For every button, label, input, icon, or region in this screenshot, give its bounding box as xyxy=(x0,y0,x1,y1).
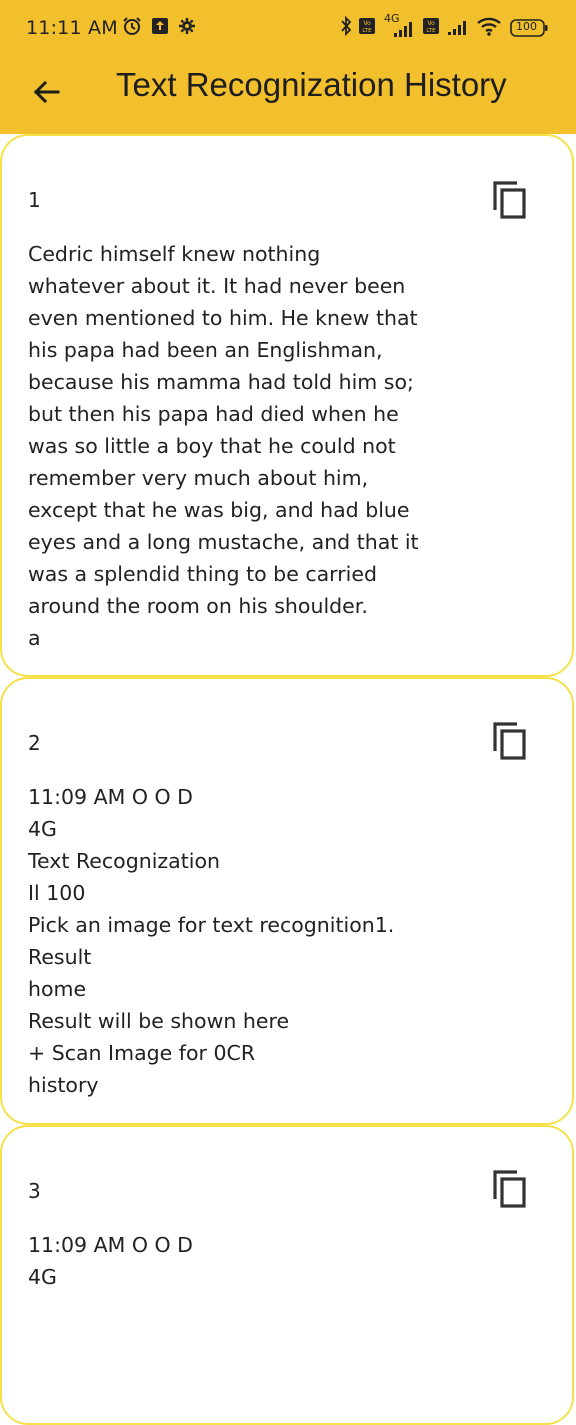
copy-button[interactable] xyxy=(492,721,528,761)
history-index: 1 xyxy=(28,188,41,212)
status-bar: 11:11 AM Vo LTE 4G Vo LTE 100 xyxy=(0,0,576,56)
text-line: around the room on his shoulder. xyxy=(28,594,368,618)
text-line: Result xyxy=(28,945,92,969)
volte-icon: Vo LTE xyxy=(358,17,376,39)
recognized-text: 11:09 AM O O D 4G xyxy=(28,1229,428,1293)
text-line: a xyxy=(28,626,41,650)
history-card[interactable]: 3 11:09 AM O O D 4G xyxy=(0,1125,574,1425)
history-card[interactable]: 1 Cedric himself knew nothing whatever a… xyxy=(0,134,574,677)
text-line: remember very much about him, xyxy=(28,466,369,490)
copy-button[interactable] xyxy=(492,180,528,220)
back-button[interactable] xyxy=(28,74,64,110)
history-index: 3 xyxy=(28,1179,41,1203)
alarm-icon xyxy=(122,16,142,40)
svg-text:LTE: LTE xyxy=(362,28,372,34)
status-time: 11:11 AM xyxy=(26,17,118,39)
bluetooth-icon xyxy=(340,15,352,40)
battery-icon: 100 xyxy=(510,19,548,37)
text-line: was so little a boy that he could not xyxy=(28,434,396,458)
copy-icon xyxy=(493,722,526,760)
text-line: Cedric himself knew nothing xyxy=(28,242,321,266)
svg-text:Vo: Vo xyxy=(363,20,371,27)
app-bar: Text Recognization History xyxy=(0,56,576,134)
settings-icon xyxy=(178,17,196,39)
wifi-icon xyxy=(476,15,504,41)
recognized-text: Cedric himself knew nothing whatever abo… xyxy=(28,238,428,654)
svg-text:Vo: Vo xyxy=(427,20,435,27)
text-line: Il 100 xyxy=(28,881,86,905)
text-line: + Scan Image for 0CR xyxy=(28,1041,256,1065)
text-line: Result will be shown here xyxy=(28,1009,290,1033)
copy-icon xyxy=(493,181,526,219)
battery-level: 100 xyxy=(516,20,537,33)
text-line: eyes and a long mustache, and that it xyxy=(28,530,419,554)
text-line: history xyxy=(28,1073,99,1097)
copy-icon xyxy=(493,1170,526,1208)
arrow-left-icon xyxy=(33,80,60,104)
text-line: except that he was big, and had blue xyxy=(28,498,410,522)
text-line: because his mamma had told him so; xyxy=(28,370,414,394)
recognized-text: 11:09 AM O O D 4G Text Recognization Il … xyxy=(28,781,428,1101)
svg-text:LTE: LTE xyxy=(426,28,436,34)
text-line: 4G xyxy=(28,817,57,841)
text-line: even mentioned to him. He knew that xyxy=(28,306,418,330)
text-line: Pick an image for text recognition1. xyxy=(28,913,395,937)
text-line: but then his papa had died when he xyxy=(28,402,399,426)
history-card[interactable]: 2 11:09 AM O O D 4G Text Recognization I… xyxy=(0,677,574,1125)
text-line: 4G xyxy=(28,1265,57,1289)
page-title: Text Recognization History xyxy=(116,66,507,103)
text-line: Text Recognization xyxy=(28,849,221,873)
upload-icon xyxy=(151,17,169,39)
text-line: home xyxy=(28,977,87,1001)
signal-4g-icon: 4G xyxy=(382,12,416,40)
text-line: was a splendid thing to be carried xyxy=(28,562,377,586)
text-line: 11:09 AM O O D xyxy=(28,1233,193,1257)
copy-button[interactable] xyxy=(492,1169,528,1209)
text-line: his papa had been an Englishman, xyxy=(28,338,383,362)
status-left-icons xyxy=(122,16,196,40)
signal-icon xyxy=(446,16,470,40)
text-line: whatever about it. It had never been xyxy=(28,274,406,298)
status-right-icons: Vo LTE 4G Vo LTE 100 xyxy=(340,12,548,41)
volte-icon: Vo LTE xyxy=(422,17,440,39)
text-line: 11:09 AM O O D xyxy=(28,785,193,809)
history-index: 2 xyxy=(28,731,41,755)
